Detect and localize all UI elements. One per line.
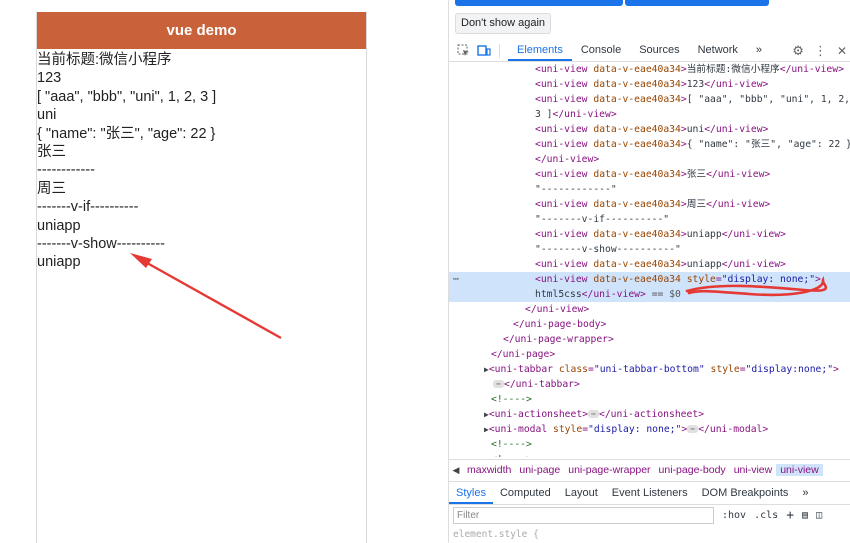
number-line: 123: [37, 70, 62, 87]
title-line: 当前标题:微信小程序: [37, 52, 172, 68]
banner-button-left[interactable]: [455, 0, 623, 6]
breadcrumb-item[interactable]: uni-view: [730, 464, 777, 476]
tree-text-node[interactable]: "------------": [449, 182, 850, 197]
expand-triangle-icon[interactable]: ▶: [484, 410, 489, 419]
breadcrumb-item-selected[interactable]: uni-view: [776, 464, 823, 476]
tree-row-selected[interactable]: ⋯ <uni-view data-v-eae40a34 style="displa…: [449, 272, 850, 287]
row-options-icon[interactable]: ⋯: [453, 272, 459, 287]
weekday-line: 周三: [37, 180, 66, 197]
subtab-styles[interactable]: Styles: [449, 482, 493, 504]
vif-value: uniapp: [37, 217, 81, 234]
object-line: { "name": "张三", "age": 22 }: [37, 125, 216, 142]
kebab-menu-icon[interactable]: ⋮: [814, 43, 827, 59]
tree-row[interactable]: <uni-view data-v-eae40a34>张三</uni-view>: [449, 167, 850, 182]
tree-row[interactable]: </uni-page-body>: [449, 317, 850, 332]
tree-row-collapsed[interactable]: ▶<uni-tabbar class="uni-tabbar-bottom" s…: [449, 362, 850, 377]
toolbar-divider: [499, 43, 500, 58]
subtab-layout[interactable]: Layout: [558, 482, 605, 504]
tree-row[interactable]: <uni-view data-v-eae40a34>周三</uni-view>: [449, 197, 850, 212]
sidebar-toggle-icon[interactable]: ◫: [816, 510, 822, 521]
device-toggle-icon[interactable]: [477, 44, 491, 58]
inspect-icon[interactable]: [456, 44, 470, 58]
cls-toggle[interactable]: .cls: [754, 510, 778, 521]
array-line: [ "aaa", "bbb", "uni", 1, 2, 3 ]: [37, 88, 217, 105]
tree-row[interactable]: </uni-page>: [449, 347, 850, 362]
gear-icon[interactable]: ⚙: [792, 43, 804, 59]
paint-icon[interactable]: ▤: [802, 510, 808, 521]
divider-line: ------------: [37, 162, 95, 179]
tree-row-continued[interactable]: </uni-view>: [449, 152, 850, 167]
devtools-panel: Don't show again Elements Console Source…: [448, 0, 850, 543]
vshow-divider: -------v-show----------: [37, 236, 166, 253]
tab-console[interactable]: Console: [572, 40, 630, 61]
subtab-dom-breakpoints[interactable]: DOM Breakpoints: [695, 482, 796, 504]
tree-row-continued[interactable]: ⋯ </uni-tabbar>: [449, 377, 850, 392]
expand-triangle-icon[interactable]: ▶: [484, 425, 489, 434]
breadcrumb: ◀ maxwidth uni-page uni-page-wrapper uni…: [449, 459, 850, 480]
tab-elements[interactable]: Elements: [508, 40, 572, 61]
tree-row[interactable]: <uni-view data-v-eae40a34>uniapp</uni-vi…: [449, 257, 850, 272]
vif-divider: -------v-if----------: [37, 199, 139, 216]
breadcrumb-item[interactable]: maxwidth: [463, 464, 515, 476]
tree-row[interactable]: </uni-view>: [449, 302, 850, 317]
ellipsis-icon[interactable]: ⋯: [687, 425, 699, 433]
element-style-rule: element.style {: [453, 529, 539, 540]
subtab-computed[interactable]: Computed: [493, 482, 558, 504]
phone-preview: vue demo 当前标题:微信小程序 123 [ "aaa", "bbb", …: [36, 12, 367, 543]
tree-text-node[interactable]: "-------v-if----------": [449, 212, 850, 227]
dont-show-button[interactable]: Don't show again: [455, 13, 552, 34]
devtools-tabbar: Elements Console Sources Network » ⚙ ⋮ ✕: [449, 40, 850, 62]
hov-toggle[interactable]: :hov: [722, 510, 746, 521]
tree-comment[interactable]: <!---->: [449, 437, 850, 452]
plus-icon[interactable]: +: [786, 508, 794, 523]
name-line: 张三: [37, 144, 66, 161]
tree-comment[interactable]: <!---->: [449, 392, 850, 407]
ellipsis-icon[interactable]: ⋯: [588, 410, 600, 418]
tree-row[interactable]: <uni-view data-v-eae40a34>[ "aaa", "bbb"…: [449, 92, 850, 107]
nav-title: vue demo: [166, 22, 237, 39]
tree-row[interactable]: <uni-view data-v-eae40a34>uniapp</uni-vi…: [449, 227, 850, 242]
tree-row[interactable]: <uni-view data-v-eae40a34>当前标题:微信小程序</un…: [449, 62, 850, 77]
styles-filter-input[interactable]: Filter: [453, 507, 714, 524]
tab-sources[interactable]: Sources: [630, 40, 688, 61]
banner-button-right[interactable]: [625, 0, 769, 6]
more-subtabs-icon[interactable]: »: [795, 482, 815, 504]
dom-tree: <uni-view data-v-eae40a34>当前标题:微信小程序</un…: [449, 62, 850, 457]
language-banner: Don't show again: [449, 0, 850, 40]
breadcrumb-scroll-left-icon[interactable]: ◀: [449, 465, 463, 476]
breadcrumb-item[interactable]: uni-page-wrapper: [564, 464, 654, 476]
tree-text-node[interactable]: "-------v-show----------": [449, 242, 850, 257]
tree-row[interactable]: <uni-view data-v-eae40a34>123</uni-view>: [449, 77, 850, 92]
tree-comment[interactable]: <!---->: [449, 452, 850, 457]
tree-row-selected-continued[interactable]: html5css</uni-view> == $0: [449, 287, 850, 302]
tab-network[interactable]: Network: [689, 40, 747, 61]
tree-row-collapsed[interactable]: ▶<uni-modal style="display: none;"> ⋯ </un…: [449, 422, 850, 437]
styles-filter-row: Filter :hov .cls + ▤ ◫: [449, 505, 850, 526]
styles-subtabs: Styles Computed Layout Event Listeners D…: [449, 481, 850, 505]
expand-triangle-icon[interactable]: ▶: [484, 365, 489, 374]
ellipsis-icon[interactable]: ⋯: [493, 380, 504, 388]
breadcrumb-item[interactable]: uni-page: [515, 464, 564, 476]
tree-row[interactable]: </uni-page-wrapper>: [449, 332, 850, 347]
more-tabs-icon[interactable]: »: [747, 40, 771, 61]
toolbar-right: ⚙ ⋮ ✕: [792, 40, 847, 61]
tree-row[interactable]: <uni-view data-v-eae40a34>{ "name": "张三"…: [449, 137, 850, 152]
tree-row[interactable]: <uni-view data-v-eae40a34>uni</uni-view>: [449, 122, 850, 137]
vshow-value: uniapp: [37, 254, 81, 271]
preview-content: 当前标题:微信小程序 123 [ "aaa", "bbb", "uni", 1,…: [37, 49, 366, 272]
tree-row-continued[interactable]: 3 ]</uni-view>: [449, 107, 850, 122]
subtab-event-listeners[interactable]: Event Listeners: [605, 482, 695, 504]
nav-bar: vue demo: [37, 12, 366, 49]
tree-row-collapsed[interactable]: ▶<uni-actionsheet> ⋯ </uni-actionsheet>: [449, 407, 850, 422]
close-icon[interactable]: ✕: [837, 44, 847, 58]
string-line: uni: [37, 107, 57, 124]
breadcrumb-item[interactable]: uni-page-body: [655, 464, 730, 476]
